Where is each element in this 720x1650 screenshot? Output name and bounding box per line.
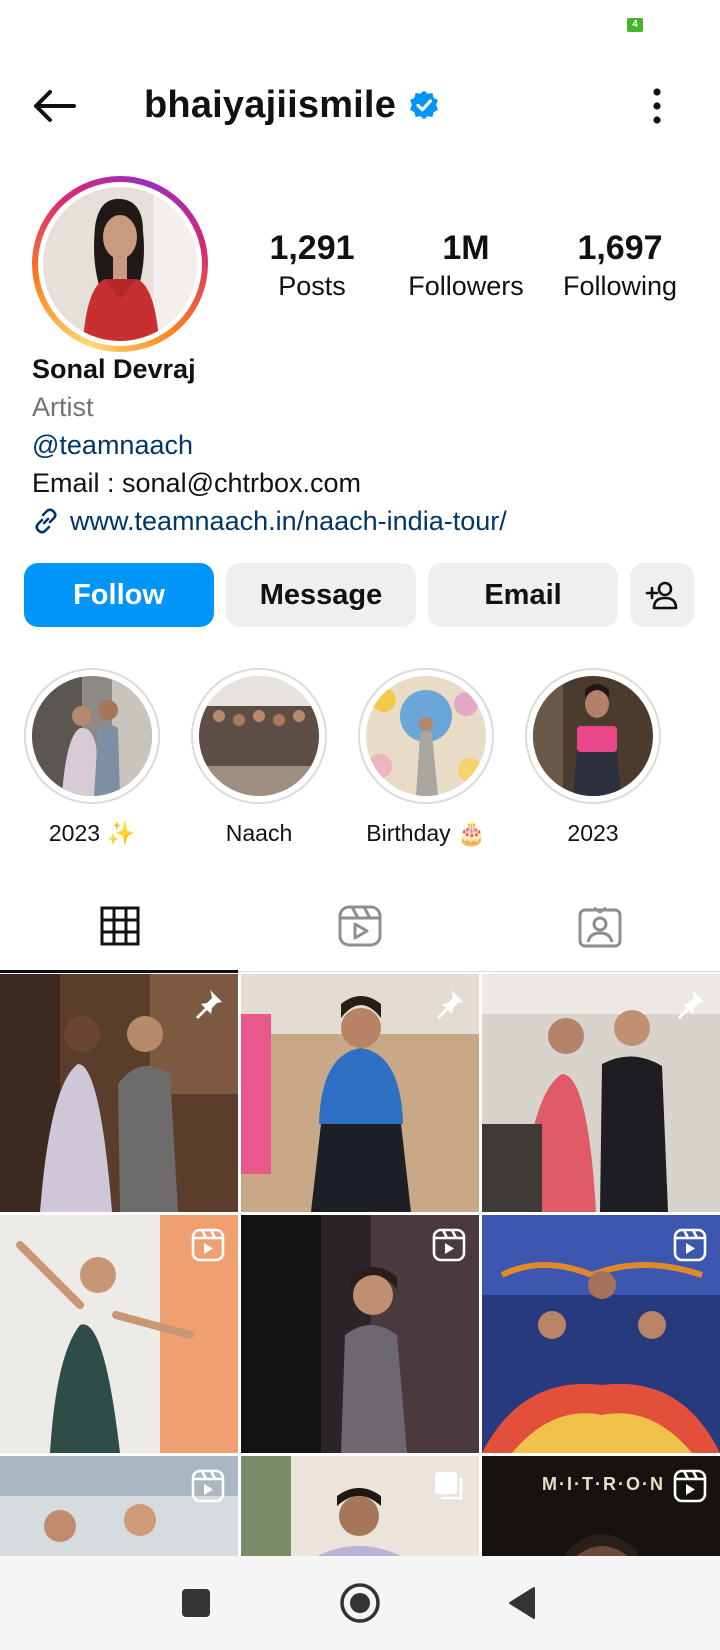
grid-post[interactable]	[482, 1215, 720, 1453]
posts-label: Posts	[278, 271, 346, 301]
grid-post[interactable]	[241, 1215, 479, 1453]
bio-email-text: Email : sonal@chtrbox.com	[32, 468, 362, 498]
back-button[interactable]	[28, 86, 84, 126]
carousel-icon	[435, 1472, 463, 1500]
highlight-ring	[525, 668, 661, 804]
highlight-item[interactable]: Birthday 🎂	[356, 668, 496, 848]
pin-icon	[437, 990, 463, 1019]
highlight-ring	[358, 668, 494, 804]
highlight-item[interactable]: Naach	[189, 668, 329, 848]
highlight-label: 2023 ✨	[48, 820, 136, 846]
status-bar: 4	[0, 0, 720, 50]
active-tab-indicator	[0, 970, 238, 973]
reel-icon	[673, 1469, 707, 1503]
followers-label: Followers	[408, 271, 524, 301]
highlight-cover	[199, 676, 319, 796]
avatar-inner	[38, 182, 202, 346]
grid-post[interactable]	[241, 974, 479, 1212]
profile-bio: Sonal Devraj Artist @teamnaach Email : s…	[32, 350, 692, 540]
link-icon	[35, 508, 57, 534]
back-nav-button[interactable]	[497, 1578, 547, 1628]
grid-post[interactable]	[482, 974, 720, 1212]
following-label: Following	[562, 271, 678, 301]
profile-tabs	[0, 880, 720, 973]
highlight-item[interactable]: 2023	[523, 668, 663, 848]
home-button[interactable]	[335, 1578, 385, 1628]
grid-icon	[100, 906, 140, 946]
highlight-label: 2023	[567, 820, 619, 846]
reel-icon	[191, 1469, 225, 1503]
reel-icon	[191, 1228, 225, 1262]
more-options-button[interactable]	[640, 84, 674, 128]
highlight-ring	[24, 668, 160, 804]
back-arrow-icon	[34, 90, 76, 122]
circle-home-icon	[340, 1583, 380, 1623]
stat-following[interactable]: 1,697 Following	[548, 228, 692, 304]
avatar-illustration	[43, 187, 197, 341]
tab-tagged[interactable]	[480, 880, 720, 972]
avatar-photo	[43, 187, 197, 341]
posts-grid: M·I·T·R·O·N	[0, 974, 720, 1556]
square-icon	[182, 1589, 210, 1617]
username-header: bhaiyajiismile	[144, 80, 440, 130]
suggested-users-button[interactable]	[630, 563, 694, 627]
grid-post-overlay-text: M·I·T·R·O·N	[542, 1474, 665, 1494]
more-vertical-icon	[653, 88, 661, 124]
email-button[interactable]: Email	[428, 563, 618, 627]
posts-count: 1,291	[269, 229, 355, 267]
following-count: 1,697	[577, 229, 663, 267]
system-nav-bar	[0, 1556, 720, 1650]
website-link[interactable]: www.teamnaach.in/naach-india-tour/	[32, 502, 692, 540]
highlight-cover	[32, 676, 152, 796]
message-button[interactable]: Message	[226, 563, 416, 627]
grid-post[interactable]	[0, 1456, 238, 1556]
reel-icon	[432, 1228, 466, 1262]
grid-post[interactable]	[241, 1456, 479, 1556]
highlight-item[interactable]: 2023 ✨	[22, 668, 162, 848]
verified-badge-icon	[410, 90, 439, 120]
pin-icon	[678, 990, 704, 1019]
display-name: Sonal Devraj	[32, 354, 196, 384]
highlight-label: Naach	[225, 820, 293, 846]
follow-button[interactable]: Follow	[24, 563, 214, 627]
category-label: Artist	[32, 392, 94, 422]
stat-posts[interactable]: 1,291 Posts	[252, 228, 372, 304]
recent-apps-button[interactable]	[171, 1578, 221, 1628]
username: bhaiyajiismile	[144, 83, 397, 126]
top-bar: bhaiyajiismile	[0, 70, 720, 140]
reel-icon	[673, 1228, 707, 1262]
highlight-cover	[366, 676, 486, 796]
tab-posts-grid[interactable]	[0, 880, 240, 973]
stat-followers[interactable]: 1M Followers	[400, 228, 532, 304]
website-url: www.teamnaach.in/naach-india-tour/	[70, 506, 507, 536]
profile-avatar[interactable]	[32, 176, 208, 352]
add-user-icon	[645, 581, 678, 610]
highlight-ring	[191, 668, 327, 804]
mention-link[interactable]: @teamnaach	[32, 426, 692, 464]
battery-icon: 4	[627, 18, 643, 32]
highlight-cover	[533, 676, 653, 796]
grid-post[interactable]	[0, 1215, 238, 1453]
reels-icon	[338, 905, 382, 947]
tagged-icon	[578, 906, 622, 948]
followers-count: 1M	[442, 229, 490, 267]
pin-icon	[196, 990, 222, 1019]
tab-reels[interactable]	[240, 880, 480, 972]
highlight-label: Birthday 🎂	[366, 820, 486, 846]
grid-post[interactable]: M·I·T·R·O·N	[482, 1456, 720, 1556]
grid-post[interactable]	[0, 974, 238, 1212]
triangle-back-icon	[509, 1587, 535, 1619]
